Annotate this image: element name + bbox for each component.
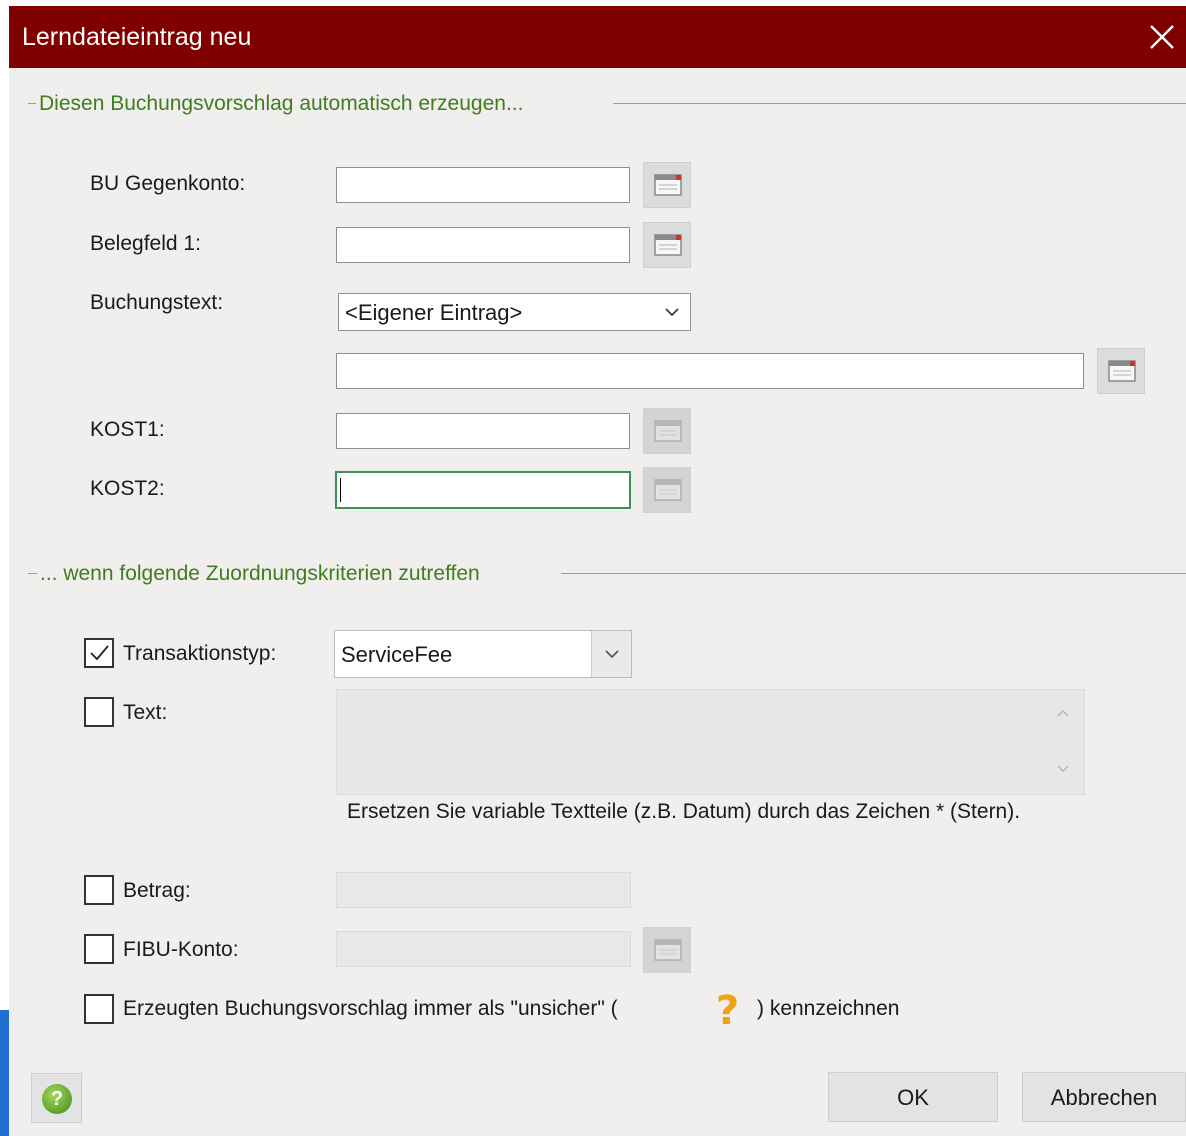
dropdown-button[interactable]: [591, 631, 631, 677]
unsicher-checkbox[interactable]: [84, 994, 114, 1024]
fibu-konto-picker-button[interactable]: [643, 927, 691, 973]
betrag-label: Betrag:: [123, 879, 191, 902]
kost2-picker-button[interactable]: [643, 467, 691, 513]
belegfeld1-input[interactable]: [336, 227, 630, 263]
buchungstext-label: Buchungstext:: [90, 291, 224, 314]
kost2-label: KOST2:: [90, 477, 165, 500]
scroll-up-icon: [1057, 709, 1069, 717]
question-mark-icon: ?: [716, 988, 740, 1034]
list-picker-icon: [654, 234, 682, 256]
close-icon: [1150, 25, 1174, 49]
title-bar: Lerndateieintrag neu: [9, 6, 1186, 68]
scroll-down-icon: [1057, 765, 1069, 773]
text-caret: [340, 478, 341, 502]
bu-gegenkonto-picker-button[interactable]: [643, 162, 691, 208]
betrag-checkbox[interactable]: [84, 875, 114, 905]
betrag-input[interactable]: [336, 872, 631, 908]
dialog-window: Lerndateieintrag neu Diesen Buchungsvors…: [9, 6, 1186, 1136]
fibu-konto-checkbox[interactable]: [84, 934, 114, 964]
kost1-label: KOST1:: [90, 418, 165, 441]
unsicher-label-end: ) kennzeichnen: [757, 997, 900, 1020]
fibu-konto-input[interactable]: [336, 931, 631, 967]
checkmark-icon: [90, 645, 109, 661]
group-line: [613, 103, 1186, 104]
ok-button[interactable]: OK: [828, 1072, 998, 1122]
text-hint: Ersetzen Sie variable Textteile (z.B. Da…: [347, 800, 1021, 823]
kost1-input[interactable]: [336, 413, 630, 449]
transaktionstyp-checkbox[interactable]: [84, 638, 114, 668]
help-button[interactable]: ?: [31, 1073, 82, 1123]
kost1-picker-button[interactable]: [643, 408, 691, 454]
text-checkbox[interactable]: [84, 697, 114, 727]
chevron-down-icon: [605, 650, 619, 659]
list-picker-icon: [654, 420, 682, 442]
belegfeld1-picker-button[interactable]: [643, 222, 691, 268]
section-title-criteria: ... wenn folgende Zuordnungskriterien zu…: [37, 562, 483, 586]
belegfeld1-label: Belegfeld 1:: [90, 232, 201, 255]
text-textarea[interactable]: [336, 689, 1085, 795]
cancel-button[interactable]: Abbrechen: [1022, 1072, 1186, 1122]
transaktionstyp-dropdown[interactable]: ServiceFee: [334, 630, 632, 678]
chevron-down-icon: [665, 308, 679, 317]
list-picker-icon: [1108, 360, 1136, 382]
text-label: Text:: [123, 701, 168, 724]
kost2-input[interactable]: [335, 471, 631, 509]
list-picker-icon: [654, 939, 682, 961]
group-line: [561, 573, 1186, 574]
buchungstext-select[interactable]: <Eigener Eintrag>: [338, 293, 691, 331]
window-title: Lerndateieintrag neu: [22, 23, 252, 51]
help-icon: ?: [42, 1084, 72, 1114]
buchungstext-picker-button[interactable]: [1097, 348, 1145, 394]
list-picker-icon: [654, 174, 682, 196]
transaktionstyp-selected-value: ServiceFee: [341, 642, 453, 667]
buchungstext-selected-value: <Eigener Eintrag>: [345, 300, 523, 325]
close-button[interactable]: [1142, 17, 1182, 57]
bu-gegenkonto-label: BU Gegenkonto:: [90, 172, 246, 195]
section-title-generate: Diesen Buchungsvorschlag automatisch erz…: [36, 92, 527, 116]
buchungstext-input[interactable]: [336, 353, 1084, 389]
transaktionstyp-label: Transaktionstyp:: [123, 642, 277, 665]
bu-gegenkonto-input[interactable]: [336, 167, 630, 203]
list-picker-icon: [654, 479, 682, 501]
fibu-konto-label: FIBU-Konto:: [123, 938, 239, 961]
unsicher-label-start: Erzeugten Buchungsvorschlag immer als "u…: [123, 997, 618, 1020]
